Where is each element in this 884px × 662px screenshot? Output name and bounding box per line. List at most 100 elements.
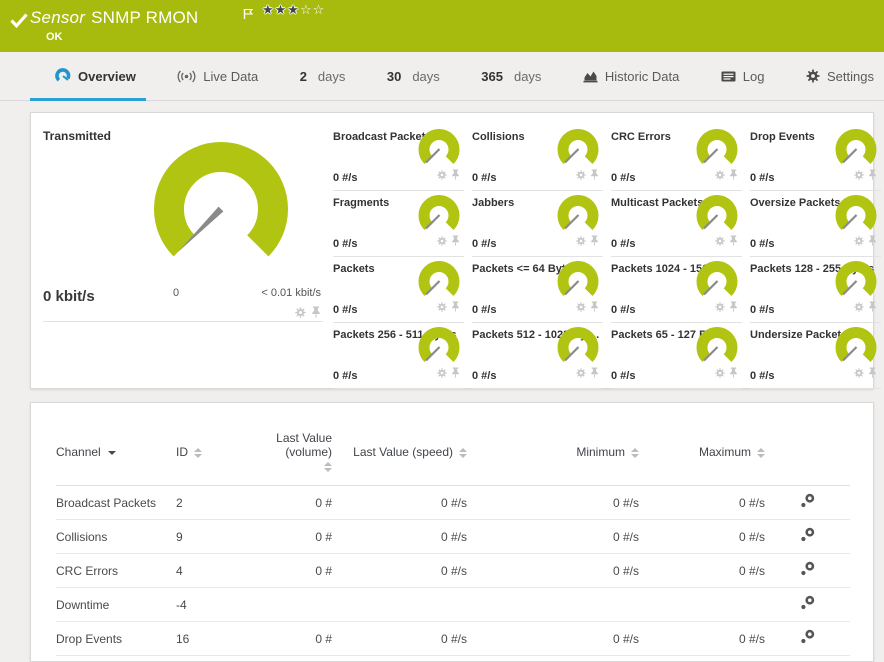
mini-gauge-value: 0 #/s <box>750 238 775 250</box>
tab-unit: days <box>513 68 542 84</box>
column-header-last-value-speed[interactable]: Last Value (speed) <box>332 417 467 486</box>
column-header-minimum[interactable]: Minimum <box>467 417 639 486</box>
mini-gauge-cell[interactable]: Jabbers 0 #/s <box>472 191 603 257</box>
mini-gauge-cell[interactable]: Packets <= 64 Byte 0 #/s <box>472 257 603 323</box>
channel-settings-wrench-icon[interactable] <box>800 595 815 614</box>
column-header-id[interactable]: ID <box>176 417 246 486</box>
tab-unit: days <box>317 68 346 84</box>
gauge-pin-icon[interactable] <box>590 365 599 383</box>
gauge-gear-icon[interactable] <box>854 299 864 317</box>
table-row[interactable]: Collisions 9 0 # 0 #/s 0 #/s 0 #/s <box>56 519 850 554</box>
tab-log[interactable]: Log <box>711 52 775 100</box>
gauge-gear-icon[interactable] <box>576 365 586 383</box>
column-label: ID <box>176 445 188 459</box>
historic-chart-icon <box>583 71 598 82</box>
table-row[interactable]: CRC Errors 4 0 # 0 #/s 0 #/s 0 #/s <box>56 553 850 588</box>
table-row[interactable]: Fragments 7 0 # 0 #/s 0 #/s 0 #/s <box>56 655 850 661</box>
column-header-settings <box>765 417 850 486</box>
mini-gauge-cell[interactable]: Undersize Packets 0 #/s <box>750 323 881 389</box>
tab-365-days[interactable]: 365 days <box>471 52 551 100</box>
cell-id: 16 <box>176 621 246 656</box>
table-row[interactable]: Drop Events 16 0 # 0 #/s 0 #/s 0 #/s <box>56 621 850 656</box>
gauge-pin-icon[interactable] <box>868 167 877 185</box>
gauge-gear-icon[interactable] <box>576 167 586 185</box>
gauge-gear-icon[interactable] <box>854 167 864 185</box>
mini-gauge-cell[interactable]: Collisions 0 #/s <box>472 125 603 191</box>
gauge-pin-icon[interactable] <box>729 365 738 383</box>
gauge-pin-icon[interactable] <box>451 167 460 185</box>
gauge-gear-icon[interactable] <box>715 167 725 185</box>
primary-gauge-block[interactable]: Transmitted 0 kbit/s 0 < 0.01 kbit/s <box>43 125 325 388</box>
tab-2-days[interactable]: 2 days <box>290 52 356 100</box>
column-header-channel[interactable]: Channel <box>56 417 176 486</box>
mini-gauge-value: 0 #/s <box>333 304 358 316</box>
mini-gauge-cell[interactable]: Multicast Packets 0 #/s <box>611 191 742 257</box>
channel-settings-wrench-icon[interactable] <box>800 493 815 512</box>
priority-stars[interactable]: ★★★☆☆ <box>262 3 325 18</box>
gauge-gear-icon[interactable] <box>715 299 725 317</box>
cell-id: 4 <box>176 553 246 588</box>
tab-live-data[interactable]: Live Data <box>167 52 268 100</box>
mini-gauge-cell[interactable]: Packets 65 - 127 Bytes 0 #/s <box>611 323 742 389</box>
gauge-pin-icon[interactable] <box>729 167 738 185</box>
mini-gauge-value: 0 #/s <box>750 172 775 184</box>
column-header-last-value-volume[interactable]: Last Value (volume) <box>246 417 332 486</box>
mini-gauge-cell[interactable]: Fragments 0 #/s <box>333 191 464 257</box>
sort-icon <box>757 447 765 458</box>
tab-30-days[interactable]: 30 days <box>377 52 450 100</box>
mini-gauge-cell[interactable]: Packets 1024 - 1518 B... 0 #/s <box>611 257 742 323</box>
table-row[interactable]: Broadcast Packets 2 0 # 0 #/s 0 #/s 0 #/… <box>56 485 850 520</box>
channel-settings-wrench-icon[interactable] <box>800 629 815 648</box>
gauge-gear-icon[interactable] <box>715 365 725 383</box>
tab-settings[interactable]: Settings <box>796 52 884 100</box>
gauge-pin-icon[interactable] <box>451 233 460 251</box>
gauge-gear-icon[interactable] <box>437 365 447 383</box>
gauge-gear-icon[interactable] <box>437 233 447 251</box>
mini-gauge-cell[interactable]: Drop Events 0 #/s <box>750 125 881 191</box>
gauge-pin-icon[interactable] <box>868 233 877 251</box>
tab-overview[interactable]: Overview <box>30 52 146 101</box>
mini-gauge-cell[interactable]: Oversize Packets 0 #/s <box>750 191 881 257</box>
table-row[interactable]: Downtime -4 <box>56 587 850 622</box>
channel-settings-wrench-icon[interactable] <box>800 527 815 546</box>
gauge-gear-icon[interactable] <box>854 365 864 383</box>
cell-channel: Downtime <box>56 587 176 622</box>
gauge-gear-icon[interactable] <box>715 233 725 251</box>
priority-stars-filled: ★★★ <box>262 3 300 18</box>
gauge-gear-icon[interactable] <box>854 233 864 251</box>
mini-gauge-cell[interactable]: Broadcast Packets 0 #/s <box>333 125 464 191</box>
cell-last-value-volume: 0 # <box>246 519 332 554</box>
mini-gauge-cell[interactable]: Packets 128 - 255 Bytes 0 #/s <box>750 257 881 323</box>
gauge-gear-icon[interactable] <box>437 167 447 185</box>
sort-icon <box>324 461 332 472</box>
mini-gauge-cell[interactable]: CRC Errors 0 #/s <box>611 125 742 191</box>
gauge-gear-icon[interactable] <box>437 299 447 317</box>
tab-historic-data[interactable]: Historic Data <box>573 52 689 100</box>
gauge-pin-icon[interactable] <box>590 233 599 251</box>
gauge-gear-icon[interactable] <box>576 299 586 317</box>
tab-label: Settings <box>826 68 874 84</box>
gauge-pin-icon[interactable] <box>590 167 599 185</box>
gauge-pin-icon[interactable] <box>729 233 738 251</box>
column-label: Last Value (speed) <box>353 445 453 459</box>
gauge-gear-icon[interactable] <box>576 233 586 251</box>
column-label: Minimum <box>576 445 625 459</box>
gauge-pin-icon[interactable] <box>729 299 738 317</box>
channel-settings-wrench-icon[interactable] <box>800 561 815 580</box>
mini-gauge-cell[interactable]: Packets 512 - 1023 Byt... 0 #/s <box>472 323 603 389</box>
mini-gauge-cell[interactable]: Packets 0 #/s <box>333 257 464 323</box>
mini-gauge-value: 0 #/s <box>472 304 497 316</box>
gauge-pin-icon[interactable] <box>868 299 877 317</box>
flag-icon[interactable] <box>243 7 254 25</box>
cell-channel: CRC Errors <box>56 553 176 588</box>
gauge-pin-icon[interactable] <box>868 365 877 383</box>
gauge-pin-icon[interactable] <box>451 299 460 317</box>
mini-gauge-cell[interactable]: Packets 256 - 511 Bytes 0 #/s <box>333 323 464 389</box>
sensor-name: SNMP RMON <box>91 8 199 27</box>
gauge-pin-icon[interactable] <box>451 365 460 383</box>
column-header-maximum[interactable]: Maximum <box>639 417 765 486</box>
tab-bar: Overview Live Data 2 days 30 days 365 days … <box>0 52 884 101</box>
cell-minimum: 0 #/s <box>467 519 639 554</box>
cell-id: 2 <box>176 485 246 520</box>
gauge-pin-icon[interactable] <box>590 299 599 317</box>
